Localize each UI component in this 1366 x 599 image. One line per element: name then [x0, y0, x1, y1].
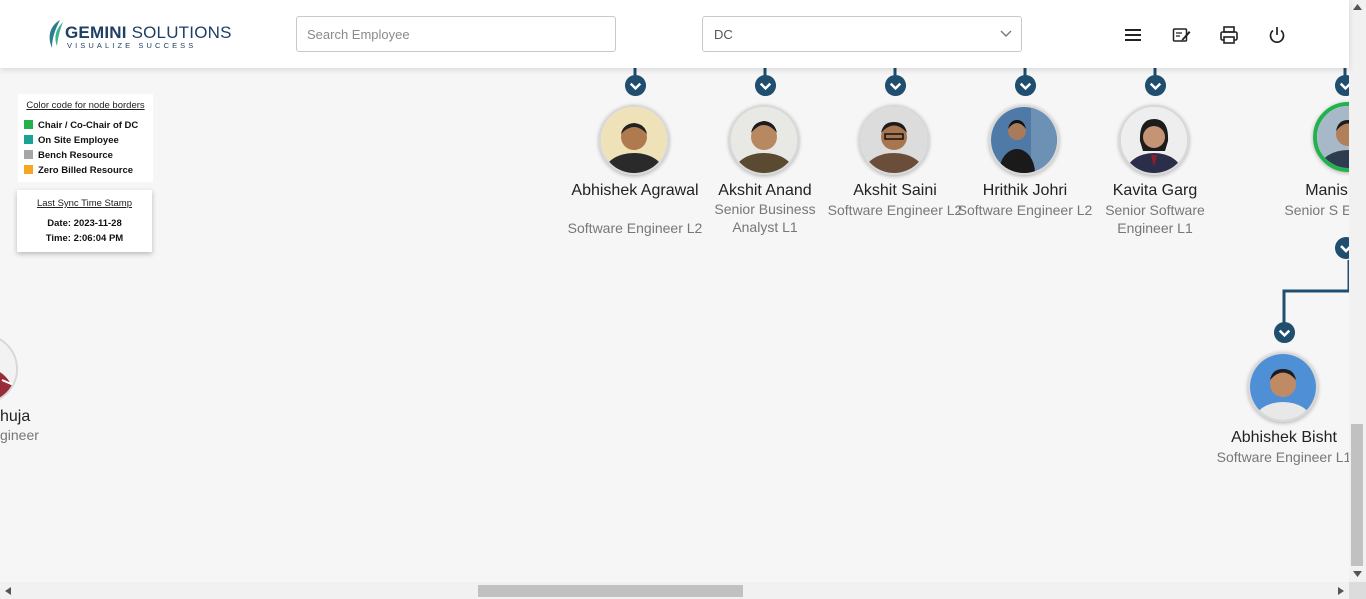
collapse-toggle-icon[interactable] [1273, 321, 1296, 344]
employee-node[interactable]: Akshit Anand Senior Business Analyst L1 [700, 74, 830, 244]
employee-name: Kavita Garg [1112, 182, 1198, 199]
employee-node-clip-left: huja gineer [0, 330, 60, 450]
dc-filter-value: DC [714, 27, 733, 42]
edit-note-icon [1172, 28, 1191, 42]
collapse-toggle-icon[interactable] [754, 74, 777, 97]
print-button[interactable] [1218, 24, 1240, 46]
search-employee-input[interactable] [296, 16, 616, 52]
power-icon [1269, 27, 1285, 43]
dc-filter-select[interactable]: DC [702, 16, 1022, 52]
employee-title: Software Engineer L1 [1216, 449, 1352, 465]
print-icon [1220, 26, 1238, 44]
top-header: GEMINI SOLUTIONS VISUALIZE SUCCESS DC [0, 0, 1349, 68]
collapse-toggle-icon[interactable] [1334, 74, 1349, 97]
employee-title: Senior Software Engineer L1 [1105, 202, 1205, 236]
logout-button[interactable] [1266, 24, 1288, 46]
collapse-toggle-icon[interactable] [1144, 74, 1167, 97]
horizontal-scroll-thumb[interactable] [478, 585, 743, 597]
employee-title: Senior S Engine [1284, 202, 1349, 218]
employee-node[interactable]: Abhishek Bisht Software Engineer L1 [1217, 321, 1351, 491]
collapse-toggle-icon[interactable] [1334, 236, 1349, 260]
employee-node-clip: Manish Senior S Engine [1280, 74, 1349, 264]
employee-title: Senior Business Analyst L1 [714, 201, 816, 235]
scroll-up-arrow-icon[interactable] [1353, 4, 1362, 10]
avatar [989, 105, 1059, 175]
employee-title: Software Engineer L2 [957, 202, 1093, 218]
scroll-down-arrow-icon[interactable] [1353, 571, 1362, 577]
collapse-toggle-icon[interactable] [624, 74, 647, 97]
leaf-icon [49, 20, 63, 48]
employee-name: Manish [1305, 182, 1349, 199]
employee-node[interactable]: Abhishek Agrawal Software Engineer L2 [568, 74, 702, 254]
collapse-toggle-icon[interactable] [1014, 74, 1037, 97]
avatar [859, 105, 929, 175]
vertical-scroll-thumb[interactable] [1351, 424, 1363, 566]
employee-title: Software Engineer L2 [827, 202, 963, 218]
logo-brand: GEMINI SOLUTIONS [65, 23, 232, 42]
avatar [0, 334, 18, 404]
scrollbar-corner [1349, 582, 1366, 599]
employee-name: Abhishek Bisht [1231, 429, 1337, 446]
company-logo[interactable]: GEMINI SOLUTIONS VISUALIZE SUCCESS [46, 18, 231, 52]
collapse-toggle-icon[interactable] [884, 74, 907, 97]
logo-tagline: VISUALIZE SUCCESS [67, 41, 197, 50]
employee-name: Hrithik Johri [982, 182, 1068, 199]
edit-note-button[interactable] [1170, 24, 1192, 46]
employee-node[interactable]: Akshit Saini Software Engineer L2 [828, 74, 962, 244]
employee-name: Abhishek Agrawal [571, 182, 699, 199]
employee-name: Akshit Anand [718, 182, 812, 199]
employee-node[interactable]: Kavita Garg Senior Software Engineer L1 [1090, 74, 1220, 244]
avatar [1313, 102, 1349, 172]
scroll-left-arrow-icon[interactable] [5, 587, 11, 595]
employee-title: Software Engineer L2 [567, 220, 703, 236]
employee-node[interactable]: Hrithik Johri Software Engineer L2 [958, 74, 1092, 244]
avatar [599, 105, 669, 175]
menu-button[interactable] [1122, 24, 1144, 46]
scroll-right-arrow-icon[interactable] [1338, 587, 1344, 595]
employee-name: Akshit Saini [853, 182, 937, 199]
avatar [1248, 352, 1318, 422]
employee-name: huja [0, 408, 31, 425]
avatar [1119, 105, 1189, 175]
chevron-down-icon [1000, 30, 1012, 37]
menu-icon [1125, 29, 1141, 41]
avatar [729, 105, 799, 175]
employee-title: gineer [0, 427, 39, 443]
